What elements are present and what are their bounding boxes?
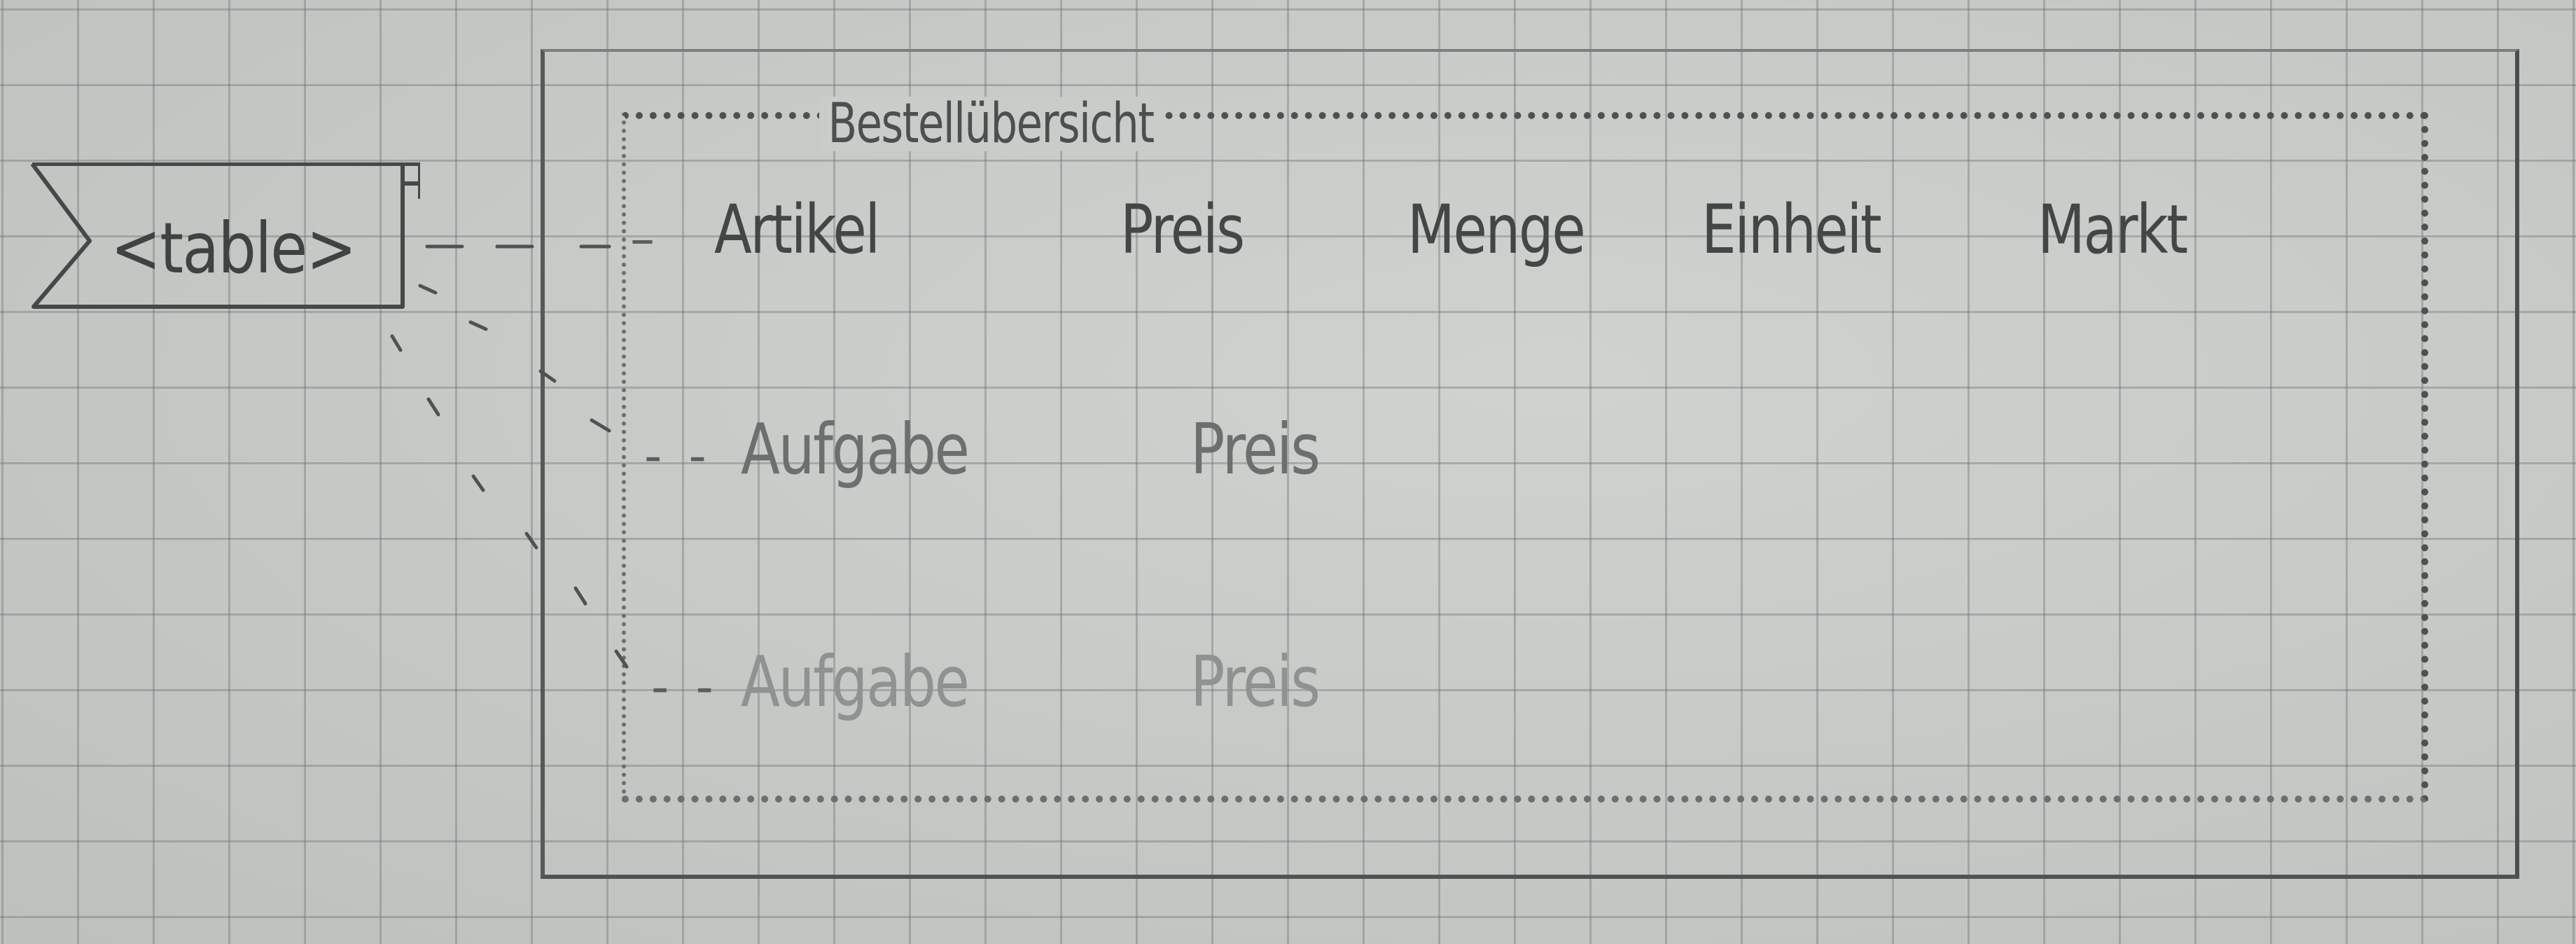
connector-lines (390, 244, 629, 669)
